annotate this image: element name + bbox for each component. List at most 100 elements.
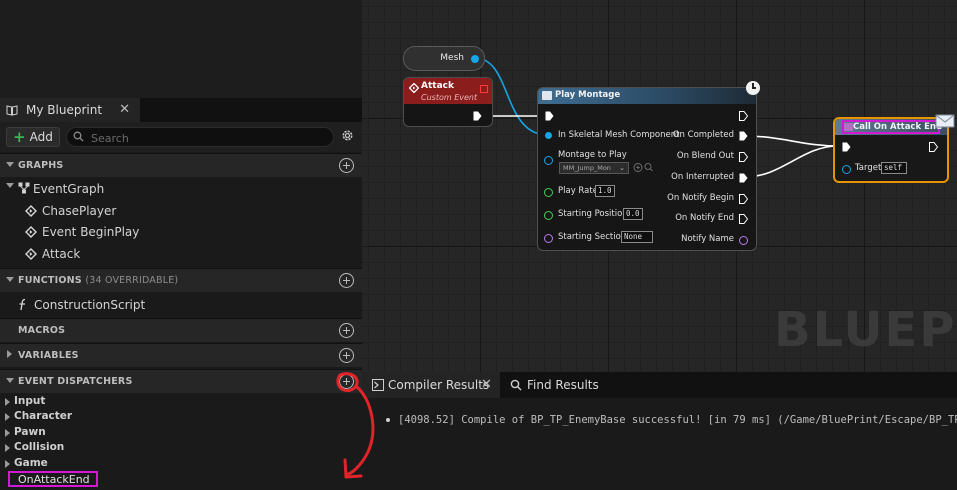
- starting-section-pin[interactable]: [544, 234, 553, 243]
- section-macros-title: MACROS: [18, 325, 66, 336]
- exec-output-pin-icon[interactable]: [739, 194, 748, 204]
- caret-down-icon: [6, 183, 14, 188]
- pin-label-notify-name: Notify Name: [681, 234, 734, 244]
- call-node-title: Call On Attack End: [853, 122, 943, 132]
- function-node-icon: [542, 91, 552, 100]
- exec-output-pin-icon[interactable]: [739, 214, 748, 224]
- exec-output-pin-icon[interactable]: [473, 111, 482, 121]
- log-bullet: [386, 418, 390, 422]
- add-button[interactable]: + Add: [6, 127, 60, 147]
- graph-item-event-beginplay[interactable]: Event BeginPlay: [0, 221, 362, 243]
- mesh-variable-node[interactable]: Mesh: [403, 46, 485, 71]
- delegate-pin-icon[interactable]: [480, 85, 488, 93]
- attack-node-subtitle: Custom Event: [421, 93, 478, 102]
- browse-asset-icon[interactable]: [633, 162, 655, 173]
- add-variable-button[interactable]: [339, 348, 354, 363]
- add-event-dispatcher-button[interactable]: [339, 374, 354, 389]
- blueprint-graph-canvas[interactable]: BLUEPRINT Mesh Attack Custom Event Play: [362, 0, 957, 372]
- envelope-icon: [935, 114, 955, 128]
- dispatcher-category-collision[interactable]: Collision: [0, 440, 362, 455]
- graph-item-eventgraph[interactable]: EventGraph: [0, 178, 362, 200]
- dispatcher-category-game[interactable]: Game: [0, 456, 362, 471]
- add-macro-button[interactable]: [339, 323, 354, 338]
- details-panel-empty: [0, 0, 362, 98]
- notify-name-pin[interactable]: [739, 236, 748, 245]
- tab-close-icon[interactable]: ✕: [481, 377, 492, 392]
- play-montage-node[interactable]: Play Montage In Skeletal Mesh Component …: [537, 87, 757, 251]
- search-input[interactable]: [89, 129, 329, 147]
- unreal-editor-window: My Blueprint ✕ + Add GRAPHS: [0, 0, 957, 490]
- play-rate-value[interactable]: 1.0: [595, 185, 615, 197]
- section-functions[interactable]: FUNCTIONS (34 OVERRIDABLE): [0, 268, 362, 292]
- compiler-results-icon: [372, 379, 384, 391]
- tab-compiler-results[interactable]: Compiler Results ✕: [362, 372, 500, 398]
- attack-node-title: Attack: [421, 81, 454, 91]
- search-icon: [73, 131, 84, 142]
- target-value[interactable]: self: [881, 162, 907, 174]
- caret-right-icon: [5, 413, 10, 421]
- bottom-tab-strip: Compiler Results ✕ Find Results: [362, 372, 957, 398]
- montage-asset-value: MM_Jump_Mon: [563, 164, 611, 172]
- exec-input-pin-icon[interactable]: [842, 142, 851, 152]
- play-rate-pin[interactable]: [544, 188, 553, 197]
- mesh-node-label: Mesh: [440, 53, 464, 63]
- skeletal-mesh-pin[interactable]: [545, 132, 552, 139]
- dispatcher-category-input[interactable]: Input: [0, 394, 362, 409]
- function-item-constructionscript[interactable]: ConstructionScript: [0, 294, 362, 316]
- gear-icon[interactable]: [340, 128, 355, 143]
- book-icon: [6, 104, 18, 116]
- starting-position-value[interactable]: 0.0: [623, 208, 643, 220]
- exec-output-pin-icon[interactable]: [739, 173, 748, 183]
- latent-clock-icon: [746, 81, 760, 95]
- event-diamond-icon: [409, 83, 419, 93]
- attack-custom-event-node[interactable]: Attack Custom Event: [403, 77, 493, 127]
- tab-find-results-label: Find Results: [527, 378, 599, 392]
- wire-interrupted-to-call: [744, 145, 839, 178]
- graph-item-attack[interactable]: Attack: [0, 243, 362, 265]
- exec-input-pin-icon[interactable]: [545, 111, 554, 121]
- section-functions-subtitle: (34 OVERRIDABLE): [85, 275, 179, 286]
- section-variables[interactable]: VARIABLES: [0, 343, 362, 367]
- mesh-output-pin[interactable]: [471, 55, 479, 63]
- call-on-attack-end-node[interactable]: Call On Attack End Target self: [833, 117, 949, 183]
- section-graphs[interactable]: GRAPHS: [0, 153, 362, 177]
- dispatcher-item-onattackend-label: OnAttackEnd: [18, 473, 90, 486]
- graph-item-chaseplayer-label: ChasePlayer: [42, 204, 117, 218]
- section-macros[interactable]: MACROS: [0, 318, 362, 342]
- tab-find-results[interactable]: Find Results: [508, 372, 608, 398]
- pin-label-skeletal: In Skeletal Mesh Component: [558, 130, 680, 140]
- exec-output-pin-icon[interactable]: [739, 131, 748, 141]
- tab-close-icon[interactable]: ✕: [119, 102, 130, 117]
- dispatcher-category-character[interactable]: Character: [0, 409, 362, 424]
- tab-compiler-results-label: Compiler Results: [388, 378, 490, 392]
- wire-completed-to-call: [744, 135, 839, 147]
- section-functions-label: FUNCTIONS: [18, 275, 82, 286]
- compiler-results-panel: Compiler Results ✕ Find Results [4098.52…: [362, 372, 957, 490]
- exec-output-pin-icon[interactable]: [739, 111, 748, 121]
- function-item-constructionscript-label: ConstructionScript: [34, 298, 146, 312]
- dispatcher-item-onattackend[interactable]: OnAttackEnd: [8, 471, 98, 487]
- exec-output-pin-icon[interactable]: [739, 152, 748, 162]
- montage-asset-dropdown[interactable]: MM_Jump_Mon ⌄: [559, 162, 629, 174]
- search-box[interactable]: [66, 127, 334, 147]
- section-event-dispatchers-title: EVENT DISPATCHERS: [18, 376, 133, 387]
- dispatcher-category-pawn[interactable]: Pawn: [0, 425, 362, 440]
- add-graph-button[interactable]: [339, 158, 354, 173]
- add-function-button[interactable]: [339, 273, 354, 288]
- dispatcher-category-pawn-label: Pawn: [14, 426, 46, 438]
- pin-label-montage: Montage to Play: [558, 150, 627, 160]
- target-pin[interactable]: [842, 165, 851, 174]
- tab-my-blueprint[interactable]: My Blueprint ✕: [0, 98, 140, 122]
- starting-position-pin[interactable]: [544, 211, 553, 220]
- montage-pin[interactable]: [544, 156, 553, 165]
- pin-label-target: Target: [855, 163, 882, 173]
- my-blueprint-toolbar: + Add: [0, 122, 362, 152]
- dispatcher-category-input-label: Input: [14, 395, 46, 407]
- caret-right-icon: [5, 460, 10, 468]
- pin-label-on-completed: On Completed: [672, 130, 734, 140]
- section-event-dispatchers[interactable]: EVENT DISPATCHERS: [0, 369, 362, 393]
- graph-item-chaseplayer[interactable]: ChasePlayer: [0, 200, 362, 222]
- starting-section-value[interactable]: None: [621, 231, 653, 243]
- exec-output-pin-icon[interactable]: [929, 142, 938, 152]
- dispatcher-category-collision-label: Collision: [14, 441, 65, 453]
